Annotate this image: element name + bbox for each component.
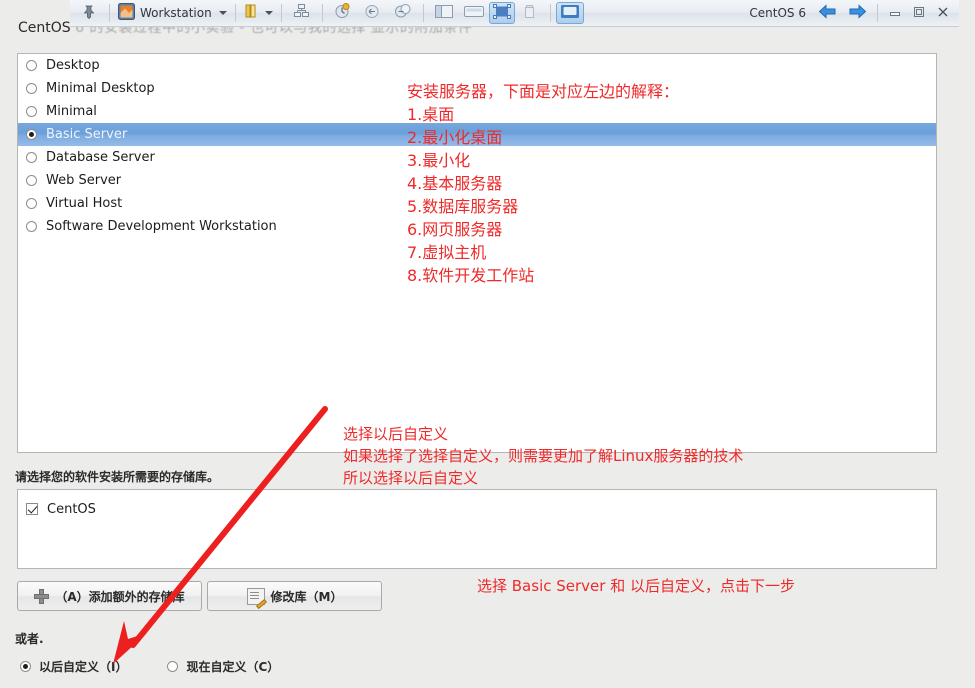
restore-icon xyxy=(912,6,926,21)
repository-checkbox[interactable] xyxy=(26,503,38,515)
list-item[interactable]: CentOS xyxy=(18,498,936,520)
customize-now-option[interactable]: 现在自定义（C） xyxy=(167,658,279,675)
annotation-bottom-line: 选择 Basic Server 和 以后自定义，点击下一步 xyxy=(477,577,795,595)
page-title-prefix: CentOS xyxy=(18,20,76,36)
toolbar-separator xyxy=(109,4,110,22)
customize-later-option[interactable]: 以后自定义（I） xyxy=(20,658,127,675)
restore-button[interactable] xyxy=(907,3,931,23)
snapshot-manager-icon xyxy=(293,3,310,23)
customize-now-label: 现在自定义（C） xyxy=(186,660,280,674)
take-snapshot-icon xyxy=(334,3,351,23)
show-thumbnail-bar-button[interactable] xyxy=(459,2,489,24)
enter-fullscreen-button[interactable] xyxy=(488,2,515,24)
enter-fullscreen-icon xyxy=(492,3,511,23)
package-group-radio[interactable] xyxy=(26,175,37,186)
package-group-label: Desktop xyxy=(46,58,100,73)
show-sidebar-button[interactable] xyxy=(429,2,459,24)
unity-mode-button[interactable] xyxy=(515,2,545,24)
library-button[interactable] xyxy=(241,2,276,24)
package-group-row[interactable]: Software Development Workstation xyxy=(18,215,936,238)
pin-icon xyxy=(82,4,96,23)
repository-list[interactable]: CentOS xyxy=(17,489,937,569)
back-arrow-icon xyxy=(818,3,837,23)
customize-later-radio[interactable] xyxy=(20,661,31,672)
add-repository-label: （A）添加额外的存储库 xyxy=(55,589,185,604)
toolbar-separator xyxy=(877,4,878,22)
package-group-radio[interactable] xyxy=(26,152,37,163)
take-snapshot-button[interactable] xyxy=(328,2,358,24)
package-group-radio[interactable] xyxy=(26,83,37,94)
package-group-row[interactable]: Minimal xyxy=(18,100,936,123)
package-group-label: Basic Server xyxy=(46,127,128,142)
modify-repository-button[interactable]: 修改库（M） xyxy=(207,581,382,611)
chevron-down-icon xyxy=(218,11,227,15)
customize-now-radio[interactable] xyxy=(167,661,179,672)
revert-snapshot-button[interactable] xyxy=(358,2,388,24)
package-group-radio[interactable] xyxy=(26,221,37,232)
package-group-label: Software Development Workstation xyxy=(46,219,277,234)
toolbar-separator xyxy=(549,4,551,22)
chevron-down-icon xyxy=(264,11,273,15)
minimize-button[interactable] xyxy=(883,3,907,23)
console-view-button[interactable] xyxy=(555,2,584,24)
close-button[interactable] xyxy=(931,3,955,23)
toolbar-separator xyxy=(234,4,236,22)
toolbar-separator xyxy=(280,4,282,22)
workstation-menu-button[interactable]: Workstation xyxy=(115,2,230,24)
package-group-row[interactable]: Basic Server xyxy=(18,123,936,146)
modify-repository-label: 修改库（M） xyxy=(270,589,343,604)
add-additional-repository-button[interactable]: （A）添加额外的存储库 xyxy=(17,581,202,611)
show-thumbnail-bar-icon xyxy=(463,4,485,23)
package-group-row[interactable]: Database Server xyxy=(18,146,936,169)
manage-snapshots-icon xyxy=(394,3,412,23)
unity-mode-icon xyxy=(522,4,537,23)
customize-later-label: 以后自定义（I） xyxy=(39,660,128,674)
vmware-toolbar: Workstation CentOS 6 xyxy=(70,0,959,27)
forward-button[interactable] xyxy=(842,2,872,24)
plus-icon xyxy=(34,588,50,604)
package-group-list[interactable]: Desktop Minimal Desktop Minimal Basic Serve… xyxy=(17,53,937,453)
workstation-label: Workstation xyxy=(140,6,212,20)
package-group-label: Minimal xyxy=(46,104,97,119)
package-group-radio[interactable] xyxy=(26,60,37,71)
package-group-row[interactable]: Virtual Host xyxy=(18,192,936,215)
package-group-radio[interactable] xyxy=(26,198,37,209)
package-group-radio[interactable] xyxy=(26,106,37,117)
package-group-label: Web Server xyxy=(46,173,122,188)
package-group-label: Database Server xyxy=(46,150,155,165)
package-group-row[interactable]: Web Server xyxy=(18,169,936,192)
toolbar-separator xyxy=(321,4,323,22)
snapshot-manager-button[interactable] xyxy=(287,2,317,24)
toolbar-separator xyxy=(422,4,424,22)
package-group-label: Minimal Desktop xyxy=(46,81,155,96)
repository-label: CentOS xyxy=(47,501,96,517)
repository-prompt: 请选择您的软件安装所需要的存储库。 xyxy=(15,470,220,484)
package-group-row[interactable]: Desktop xyxy=(18,54,936,77)
vmware-app-icon xyxy=(118,2,135,24)
or-label: 或者. xyxy=(15,632,44,646)
revert-snapshot-icon xyxy=(364,3,381,23)
close-icon xyxy=(936,6,950,21)
manage-snapshots-button[interactable] xyxy=(388,2,418,24)
edit-icon xyxy=(246,587,265,605)
back-button[interactable] xyxy=(812,2,842,24)
minimize-icon xyxy=(888,6,902,21)
package-group-row[interactable]: Minimal Desktop xyxy=(18,77,936,100)
package-group-label: Virtual Host xyxy=(46,196,123,211)
show-sidebar-icon xyxy=(434,4,454,23)
vm-name-label: CentOS 6 xyxy=(749,6,806,20)
library-icon xyxy=(244,3,260,23)
pin-button[interactable] xyxy=(74,2,104,24)
console-view-icon xyxy=(560,4,580,23)
customize-radio-group[interactable]: 以后自定义（I） 现在自定义（C） xyxy=(20,658,279,675)
forward-arrow-icon xyxy=(848,3,867,23)
package-group-radio[interactable] xyxy=(26,129,37,140)
